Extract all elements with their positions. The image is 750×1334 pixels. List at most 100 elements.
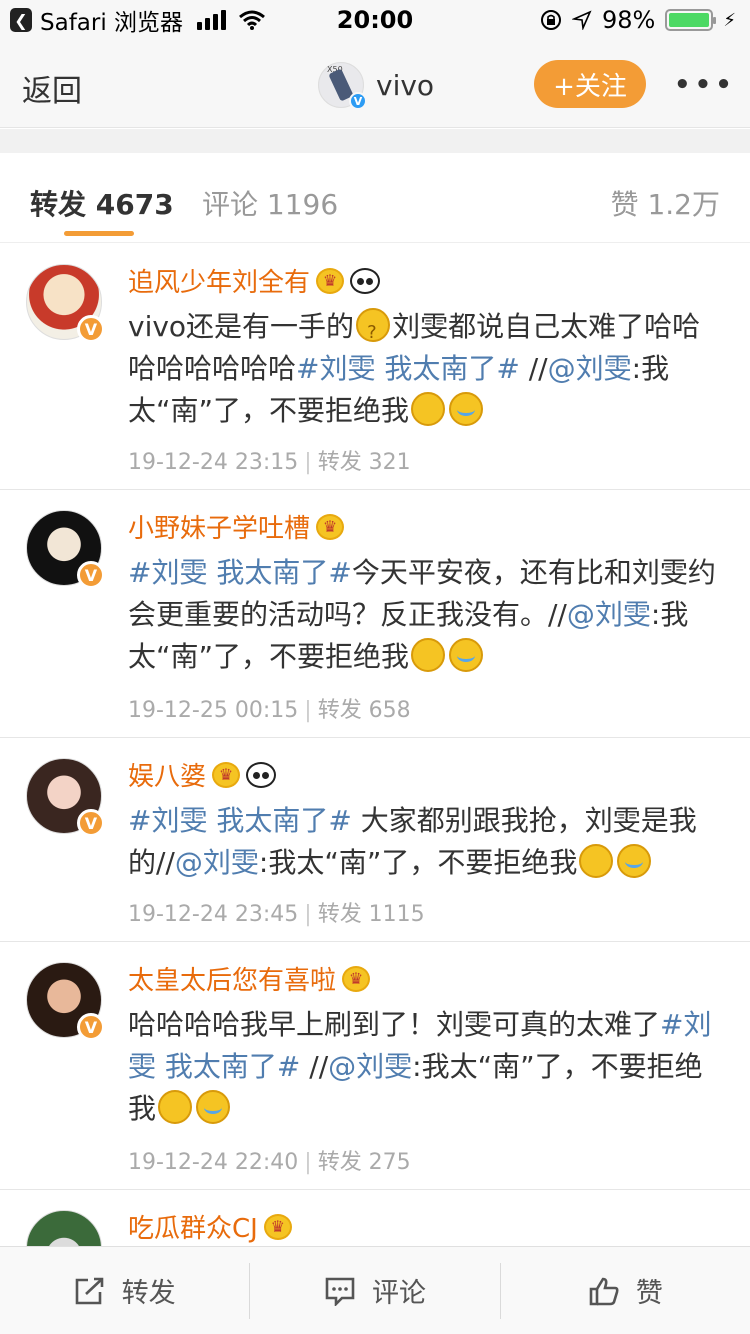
post-meta: 19-12-24 22:40 | 转发 275 <box>128 1144 411 1176</box>
account-avatar[interactable]: X50 V <box>318 62 367 110</box>
comment-icon <box>325 1277 355 1306</box>
meta-divider: | <box>304 902 312 927</box>
post-meta: 19-12-24 23:45 | 转发 1115 <box>128 896 425 928</box>
list-item[interactable]: V 追风少年刘全有 ♛ vivo还是有一手的刘雯都说自己太难了哈哈哈哈哈哈哈哈#… <box>0 244 750 490</box>
comment-label: 评论 <box>371 1278 426 1309</box>
crown-badge-icon: ♛ <box>316 267 345 294</box>
crown-badge-icon: ♛ <box>316 513 345 540</box>
nav-bar: 返回 X50 V vivo +关注 ••• <box>0 40 750 128</box>
repost-label: 转发 <box>121 1278 176 1309</box>
back-to-app-icon[interactable]: ❮ <box>10 8 32 32</box>
avatar[interactable]: V <box>26 264 105 343</box>
list-item[interactable]: 吃瓜群众CJ ♛ <box>0 1190 750 1246</box>
crying-emoji-icon <box>449 392 484 426</box>
post-content: vivo还是有一手的刘雯都说自己太难了哈哈哈哈哈哈哈哈#刘雯 我太南了# //@… <box>128 306 728 432</box>
laughing-emoji-icon <box>411 392 446 426</box>
post-time: 19-12-25 00:15 <box>128 698 299 723</box>
post-meta: 19-12-24 23:15 | 转发 321 <box>128 444 411 476</box>
verified-badge-icon: V <box>77 809 105 837</box>
thinking-emoji-icon <box>356 308 391 354</box>
repost-button[interactable]: 转发 <box>0 1263 249 1319</box>
avatar[interactable] <box>26 1210 102 1246</box>
list-item[interactable]: V 太皇太后您有喜啦 ♛ 哈哈哈哈我早上刷到了！刘雯可真的太难了#刘雯 我太南了… <box>0 942 750 1190</box>
status-app-label: Safari 浏览器 <box>40 10 184 36</box>
tab-repost[interactable]: 转发 4673 <box>30 183 174 223</box>
crown-badge-icon: ♛ <box>212 761 241 788</box>
follow-button[interactable]: +关注 <box>534 60 646 108</box>
meta-divider: | <box>304 698 312 723</box>
orientation-lock-icon <box>541 10 562 30</box>
section-divider <box>0 129 750 153</box>
account-name: vivo <box>376 68 435 102</box>
mention-link[interactable]: @刘雯 <box>567 598 651 631</box>
post-time: 19-12-24 22:40 <box>128 1150 299 1175</box>
tab-like[interactable]: 赞 1.2万 <box>611 183 720 223</box>
battery-percent: 98% <box>602 6 656 34</box>
crying-emoji-icon <box>617 844 652 878</box>
verified-badge-icon: V <box>77 561 105 589</box>
user-name[interactable]: 太皇太后您有喜啦 ♛ <box>128 960 371 997</box>
more-button[interactable]: ••• <box>674 70 736 100</box>
like-button[interactable]: 赞 <box>499 1262 750 1319</box>
battery-fill <box>669 13 709 27</box>
tab-bar: 转发 4673 评论 1196 赞 1.2万 <box>0 153 750 243</box>
like-label: 赞 <box>635 1278 663 1309</box>
post-text: vivo还是有一手的 <box>128 310 355 343</box>
list-item[interactable]: V 娱八婆 ♛ #刘雯 我太南了# 大家都别跟我抢，刘雯是我的//@刘雯:我太“… <box>0 738 750 942</box>
repost-count: 转发 275 <box>317 1150 411 1175</box>
user-name-text: 吃瓜群众CJ <box>128 1214 258 1244</box>
mention-link[interactable]: @刘雯 <box>175 846 259 879</box>
comment-button[interactable]: 评论 <box>249 1262 499 1319</box>
user-name-text: 追风少年刘全有 <box>128 268 311 298</box>
cellular-signal-icon <box>197 10 227 30</box>
user-name[interactable]: 追风少年刘全有 ♛ <box>128 262 381 299</box>
post-content: #刘雯 我太南了# 大家都别跟我抢，刘雯是我的//@刘雯:我太“南”了，不要拒绝… <box>128 800 728 884</box>
avatar[interactable]: V <box>26 758 105 837</box>
location-arrow-icon <box>572 10 592 30</box>
post-time: 19-12-24 23:15 <box>128 450 299 475</box>
status-bar: ❮ Safari 浏览器 20:00 98% ⚡ <box>0 0 750 40</box>
post-content: 哈哈哈哈我早上刷到了！刘雯可真的太难了#刘雯 我太南了# //@刘雯:我太“南”… <box>128 1004 728 1130</box>
verified-badge-icon: V <box>349 92 367 110</box>
wifi-icon <box>239 10 266 30</box>
laughing-emoji-icon <box>158 1090 193 1124</box>
user-name[interactable]: 吃瓜群众CJ ♛ <box>128 1208 292 1245</box>
bottom-action-bar: 转发 评论 赞 <box>0 1246 750 1334</box>
verified-badge-icon: V <box>77 1013 105 1041</box>
charging-bolt-icon: ⚡ <box>723 9 736 31</box>
repost-count: 转发 658 <box>317 698 411 723</box>
crown-badge-icon: ♛ <box>342 965 371 992</box>
thumbs-up-icon <box>589 1277 619 1305</box>
avatar[interactable]: V <box>26 510 105 589</box>
meta-divider: | <box>304 450 312 475</box>
tab-comment[interactable]: 评论 1196 <box>202 183 338 223</box>
post-text: // <box>300 1050 329 1083</box>
back-button[interactable]: 返回 <box>22 66 82 110</box>
user-name[interactable]: 娱八婆 ♛ <box>128 756 277 793</box>
repost-count: 转发 1115 <box>317 902 425 927</box>
nav-account[interactable]: X50 V vivo <box>318 62 435 110</box>
topic-link[interactable]: #刘雯 我太南了# <box>296 352 520 385</box>
verified-badge-icon: V <box>77 315 105 343</box>
panda-badge-icon <box>246 761 277 788</box>
post-content: #刘雯 我太南了#今天平安夜，还有比和刘雯约会更重要的活动吗？反正我没有。//@… <box>128 552 728 678</box>
avatar[interactable]: V <box>26 962 105 1041</box>
battery-icon <box>665 9 717 31</box>
repost-count: 转发 321 <box>317 450 411 475</box>
list-item[interactable]: V 小野妹子学吐槽 ♛ #刘雯 我太南了#今天平安夜，还有比和刘雯约会更重要的活… <box>0 490 750 738</box>
user-name-text: 太皇太后您有喜啦 <box>128 966 337 996</box>
post-text: // <box>519 352 548 385</box>
mention-link[interactable]: @刘雯 <box>328 1050 412 1083</box>
topic-link[interactable]: #刘雯 我太南了# <box>128 556 352 589</box>
post-text: 哈哈哈哈我早上刷到了！刘雯可真的太难了 <box>128 1008 661 1041</box>
laughing-emoji-icon <box>579 844 614 878</box>
crying-emoji-icon <box>449 638 484 672</box>
topic-link[interactable]: #刘雯 我太南了# <box>128 804 352 837</box>
repost-icon <box>75 1277 103 1304</box>
mention-link[interactable]: @刘雯 <box>548 352 632 385</box>
meta-divider: | <box>304 1150 312 1175</box>
user-name-text: 娱八婆 <box>128 762 207 792</box>
user-name[interactable]: 小野妹子学吐槽 ♛ <box>128 508 345 545</box>
crying-emoji-icon <box>196 1090 231 1124</box>
panda-badge-icon <box>350 267 381 294</box>
